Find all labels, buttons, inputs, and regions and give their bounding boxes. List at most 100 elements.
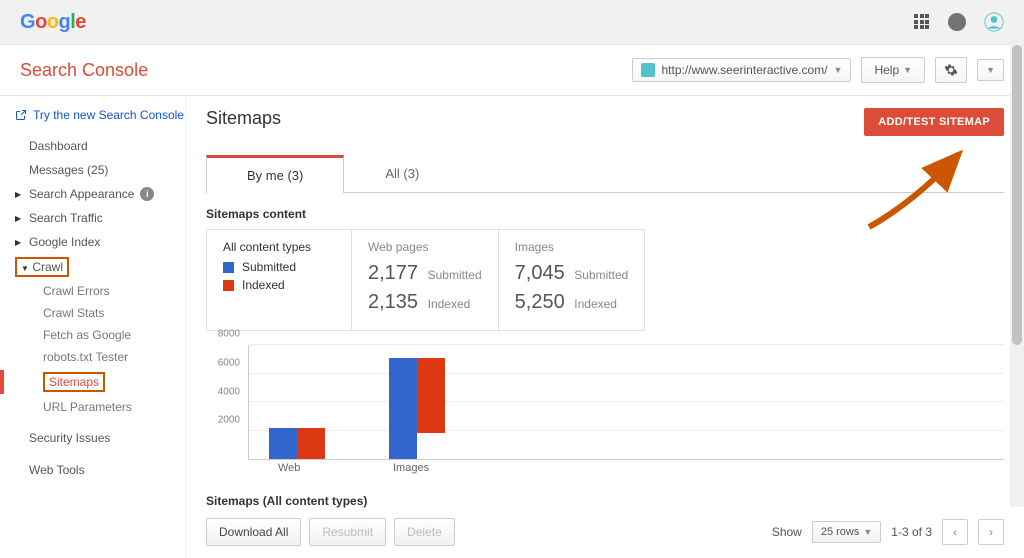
next-page-button[interactable]: › — [978, 519, 1004, 545]
metric-value: 2,135 — [368, 291, 418, 313]
chart-plot — [248, 345, 1004, 460]
sidebar-item-url-parameters[interactable]: URL Parameters — [43, 396, 185, 418]
sidebar-item-crawl-stats[interactable]: Crawl Stats — [43, 302, 185, 324]
favicon-icon — [641, 63, 655, 77]
nav-label: Search Traffic — [29, 211, 103, 225]
metric-sublabel: Submitted — [574, 268, 628, 282]
new-console-label: Try the new Search Console — [33, 108, 184, 122]
table-actions: Download All Resubmit Delete — [206, 518, 455, 546]
top-icons — [914, 12, 1004, 32]
metric-sublabel: Indexed — [428, 297, 471, 311]
y-tick: 4000 — [218, 386, 240, 397]
bar-group-web — [269, 428, 325, 459]
sidebar-item-search-appearance[interactable]: ▶ Search Appearance i — [15, 182, 185, 206]
content-area: Try the new Search Console Dashboard Mes… — [0, 96, 1024, 558]
chevron-down-icon: ▼ — [834, 65, 843, 75]
summary-row: All content types Submitted Indexed Web … — [206, 229, 645, 331]
product-name[interactable]: Search Console — [20, 60, 148, 81]
sidebar-item-messages[interactable]: Messages (25) — [15, 158, 185, 182]
metric-value: 7,045 — [515, 262, 565, 284]
metric-sublabel: Indexed — [574, 297, 617, 311]
chevron-down-icon: ▼ — [986, 65, 995, 75]
avatar-icon[interactable] — [984, 12, 1004, 32]
settings-dropdown-button[interactable]: ▼ — [977, 59, 1004, 81]
sidebar-item-dashboard[interactable]: Dashboard — [15, 134, 185, 158]
resubmit-button[interactable]: Resubmit — [309, 518, 386, 546]
metric-value: 5,250 — [515, 291, 565, 313]
metric-value: 2,177 — [368, 262, 418, 284]
help-button[interactable]: Help ▼ — [861, 57, 925, 83]
page-title: Sitemaps — [206, 108, 281, 129]
sidebar-item-crawl[interactable]: ▼ Crawl — [15, 257, 69, 277]
help-label: Help — [874, 63, 899, 77]
main-header: Sitemaps ADD/TEST SITEMAP — [206, 108, 1004, 136]
nav-label: Crawl — [32, 260, 63, 274]
web-submitted-metric: 2,177 Submitted — [368, 262, 482, 285]
sub-header-right: http://www.seerinteractive.com/ ▼ Help ▼… — [632, 57, 1004, 83]
arrow-right-icon: ▶ — [15, 214, 23, 223]
legend-submitted: Submitted — [223, 260, 335, 274]
y-tick: 8000 — [218, 329, 240, 340]
bar-web-indexed — [297, 428, 325, 459]
gear-icon — [944, 63, 958, 77]
sidebar-item-search-traffic[interactable]: ▶ Search Traffic — [15, 206, 185, 230]
web-pages-cell: Web pages 2,177 Submitted 2,135 Indexed — [352, 230, 499, 330]
notifications-icon[interactable] — [948, 13, 966, 31]
rows-per-page-select[interactable]: 25 rows ▼ — [812, 521, 881, 543]
tab-all[interactable]: All (3) — [344, 155, 460, 193]
legend-cell: All content types Submitted Indexed — [207, 230, 352, 330]
scrollbar[interactable] — [1010, 0, 1024, 507]
show-label: Show — [772, 525, 802, 539]
new-console-link[interactable]: Try the new Search Console — [15, 108, 185, 122]
property-selector[interactable]: http://www.seerinteractive.com/ ▼ — [632, 58, 851, 82]
bar-images-submitted — [389, 358, 417, 459]
sidebar-item-sitemaps[interactable]: Sitemaps — [43, 372, 105, 392]
swatch-blue-icon — [223, 262, 234, 273]
pager-range: 1-3 of 3 — [891, 525, 932, 539]
scrollbar-thumb[interactable] — [1012, 45, 1022, 345]
bar-images-indexed — [417, 358, 445, 433]
legend-label: Submitted — [242, 260, 296, 274]
sidebar-item-web-tools[interactable]: Web Tools — [15, 458, 185, 482]
nav-label: Search Appearance — [29, 187, 134, 201]
sidebar-item-fetch-as-google[interactable]: Fetch as Google — [43, 324, 185, 346]
sidebar-item-google-index[interactable]: ▶ Google Index — [15, 230, 185, 254]
images-indexed-metric: 5,250 Indexed — [515, 291, 629, 314]
chevron-down-icon: ▼ — [903, 65, 912, 75]
chart-x-axis: Web Images — [248, 462, 1004, 480]
legend-title: All content types — [223, 240, 335, 254]
nav-label: Google Index — [29, 235, 100, 249]
prev-page-button[interactable]: ‹ — [942, 519, 968, 545]
images-submitted-metric: 7,045 Submitted — [515, 262, 629, 285]
chart-y-axis: 2000 4000 6000 8000 — [206, 345, 246, 460]
sidebar-item-robots-tester[interactable]: robots.txt Tester — [43, 346, 185, 368]
images-label: Images — [515, 240, 629, 254]
x-tick: Images — [393, 462, 429, 474]
swatch-red-icon — [223, 280, 234, 291]
delete-button[interactable]: Delete — [394, 518, 455, 546]
add-test-sitemap-button[interactable]: ADD/TEST SITEMAP — [864, 108, 1004, 136]
info-icon[interactable]: i — [140, 187, 154, 201]
bar-web-submitted — [269, 428, 297, 459]
sidebar-item-security[interactable]: Security Issues — [15, 426, 185, 450]
arrow-right-icon: ▶ — [15, 238, 23, 247]
settings-button[interactable] — [935, 57, 967, 83]
google-logo[interactable]: Google — [20, 11, 86, 34]
images-cell: Images 7,045 Submitted 5,250 Indexed — [499, 230, 645, 330]
sidebar-item-crawl-errors[interactable]: Crawl Errors — [43, 280, 185, 302]
apps-icon[interactable] — [914, 14, 930, 30]
section-title-table: Sitemaps (All content types) — [206, 494, 1004, 508]
tab-by-me[interactable]: By me (3) — [206, 155, 344, 193]
download-all-button[interactable]: Download All — [206, 518, 301, 546]
web-indexed-metric: 2,135 Indexed — [368, 291, 482, 314]
sidebar-item-sitemaps-wrapper: Sitemaps — [43, 368, 185, 396]
chevron-down-icon: ▼ — [863, 527, 872, 537]
section-title-content: Sitemaps content — [206, 207, 1004, 221]
pager: Show 25 rows ▼ 1-3 of 3 ‹ › — [772, 519, 1004, 545]
legend-label: Indexed — [242, 278, 285, 292]
y-tick: 2000 — [218, 415, 240, 426]
table-toolbar: Download All Resubmit Delete Show 25 row… — [206, 518, 1004, 546]
property-url: http://www.seerinteractive.com/ — [661, 63, 827, 77]
y-tick: 6000 — [218, 357, 240, 368]
web-pages-label: Web pages — [368, 240, 482, 254]
